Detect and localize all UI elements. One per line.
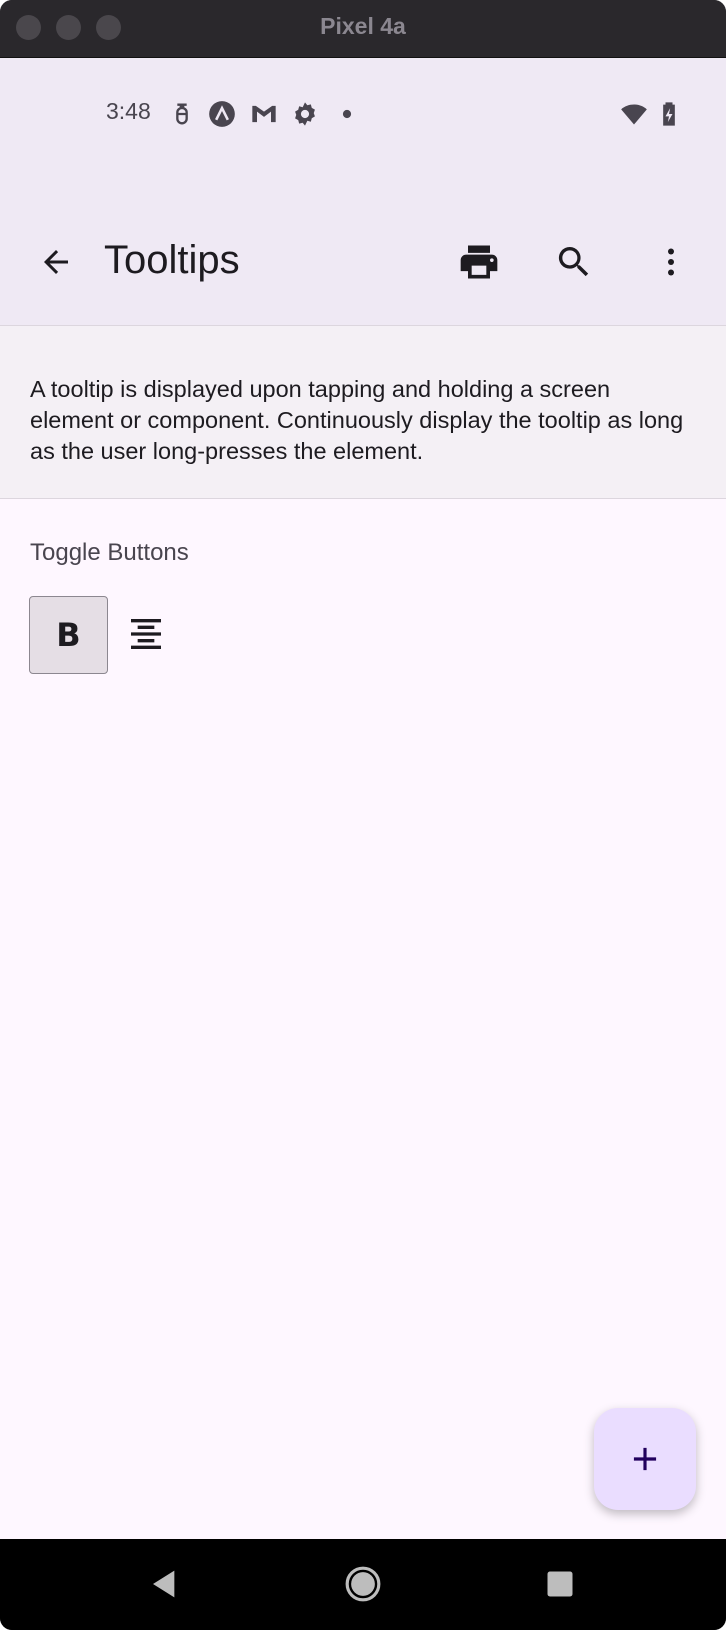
- back-triangle-icon[interactable]: [142, 1561, 188, 1607]
- gmail-icon: [252, 105, 276, 123]
- bold-icon: B: [56, 616, 81, 654]
- add-icon: [633, 1447, 657, 1471]
- phone-screen: 3:48 Tooltips A tooltip is displayed upo…: [0, 58, 726, 1539]
- status-bar: 3:48: [0, 58, 726, 170]
- emulator-window: Pixel 4a 3:48 Tooltips A tooltip is disp…: [0, 0, 726, 1630]
- search-icon[interactable]: [546, 234, 602, 290]
- more-vert-icon[interactable]: [643, 234, 699, 290]
- window-title: Pixel 4a: [320, 13, 406, 39]
- top-app-bar: Tooltips: [0, 170, 726, 325]
- print-icon[interactable]: [451, 234, 507, 290]
- system-navigation-bar: [0, 1539, 726, 1630]
- battery-charging-icon: [663, 102, 675, 126]
- page-title: Tooltips: [104, 238, 240, 282]
- android-studio-icon: [209, 101, 235, 127]
- wifi-icon: [621, 104, 647, 125]
- recents-square-icon[interactable]: [537, 1561, 583, 1607]
- home-circle-icon[interactable]: [340, 1561, 386, 1607]
- usb-debug-icon: [176, 103, 188, 125]
- format-align-center-icon: [131, 619, 161, 649]
- toggle-buttons-heading: Toggle Buttons: [30, 539, 189, 566]
- status-time: 3:48: [106, 98, 151, 124]
- back-arrow-icon[interactable]: [28, 234, 84, 290]
- add-fab-button[interactable]: [594, 1408, 696, 1510]
- notification-dot-icon: [342, 109, 352, 119]
- description-card: A tooltip is displayed upon tapping and …: [0, 325, 726, 499]
- bold-toggle-button[interactable]: B: [29, 596, 108, 674]
- settings-gear-icon: [295, 102, 315, 126]
- description-text: A tooltip is displayed upon tapping and …: [30, 376, 684, 464]
- window-title-bar: Pixel 4a: [0, 0, 726, 58]
- align-center-toggle-button[interactable]: [107, 596, 185, 672]
